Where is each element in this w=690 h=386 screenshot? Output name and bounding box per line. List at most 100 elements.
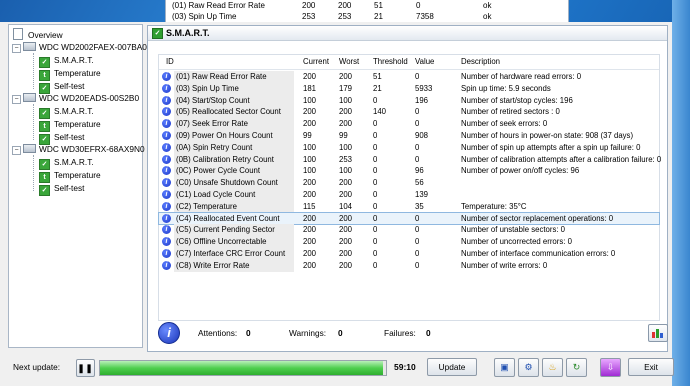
gear-icon: ⚙: [524, 362, 533, 372]
tree-item-drive-1[interactable]: WDC WD2002FAEX-007BA0: [23, 41, 147, 53]
arrow-down-icon: ⇩: [606, 362, 615, 372]
table-row[interactable]: i (05) Reallocated Sector Count 200 200 140 0…: [159, 106, 659, 119]
collapse-icon[interactable]: −: [12, 146, 21, 155]
cell-desc: Number of calibration attempts after a c…: [461, 154, 662, 164]
tree-item-drive-2[interactable]: WDC WD20EADS-00S2B0: [23, 92, 139, 104]
save-report-button[interactable]: ▣: [494, 358, 515, 377]
row-name: (03) Spin Up Time: [172, 12, 237, 21]
cell-worst: 200: [339, 178, 353, 188]
info-icon: i: [162, 142, 171, 152]
info-icon: i: [162, 154, 171, 164]
table-row[interactable]: i (C7) Interface CRC Error Count 200 200 0 0 N…: [159, 248, 659, 260]
tree-item-self-test[interactable]: ✓ Self-test: [39, 182, 85, 196]
smart-attributes-table[interactable]: ID Current Worst Threshold Value Descrip…: [158, 54, 662, 321]
row-value: 0: [416, 1, 421, 10]
cell-id: (C0) Unsafe Shutdown Count: [174, 177, 294, 189]
cell-threshold: 0: [373, 201, 378, 211]
failures-label: Failures:: [384, 328, 416, 338]
cell-threshold: 51: [373, 72, 382, 81]
table-row[interactable]: i (C4) Reallocated Event Count 200 200 0 0 Num…: [158, 211, 660, 226]
cell-desc: Number of sector replacement operations:…: [461, 213, 614, 223]
collapse-icon[interactable]: −: [12, 44, 21, 53]
cell-threshold: 0: [373, 154, 378, 164]
panel-title: S.M.A.R.T.: [166, 28, 210, 38]
tree-item-temperature[interactable]: t Temperature: [39, 118, 101, 132]
column-header-value[interactable]: Value: [415, 57, 434, 66]
tree-label: Temperature: [54, 68, 101, 78]
cell-worst: 200: [339, 260, 353, 270]
cell-id: (C6) Offline Uncorrectable: [174, 236, 294, 248]
background-smart-table: (01) Raw Read Error Rate 200 200 51 0 ok…: [165, 0, 569, 23]
cell-current: 200: [303, 107, 317, 117]
column-header-current[interactable]: Current: [303, 57, 329, 66]
cell-value: 908: [415, 131, 429, 140]
tree-item-overview[interactable]: Overview: [13, 28, 63, 40]
info-icon: i: [162, 131, 171, 140]
table-row[interactable]: i (0B) Calibration Retry Count 100 253 0 0 Num…: [159, 153, 662, 166]
table-row[interactable]: i (C2) Temperature 115 104 0 35 Temperature: 3…: [159, 200, 659, 213]
tree-line: [33, 104, 34, 140]
tree-label: S.M.A.R.T.: [54, 157, 94, 167]
cell-desc: Number of unstable sectors: 0: [461, 225, 566, 235]
tree-item-smart[interactable]: ✓ S.M.A.R.T.: [39, 54, 94, 68]
update-button[interactable]: Update: [427, 358, 477, 376]
cell-threshold: 0: [373, 119, 378, 129]
cell-current: 200: [303, 213, 317, 223]
cell-current: 200: [303, 72, 317, 81]
report-chart-button[interactable]: [648, 324, 668, 342]
table-row[interactable]: i (09) Power On Hours Count 99 99 0 908 Number…: [159, 130, 659, 142]
cell-current: 100: [303, 166, 317, 176]
table-row[interactable]: i (0A) Spin Retry Count 100 100 0 0 Number of …: [159, 141, 659, 154]
table-row[interactable]: i (C5) Current Pending Sector 200 200 0 0 Numb…: [159, 224, 659, 237]
alerts-button[interactable]: ♨: [542, 358, 563, 377]
table-row[interactable]: i (C8) Write Error Rate 200 200 0 0 Number of …: [159, 259, 659, 272]
column-header-worst[interactable]: Worst: [339, 57, 359, 66]
row-name: (01) Raw Read Error Rate: [172, 1, 265, 10]
info-icon: i: [162, 213, 171, 223]
drive-tree[interactable]: Overview − WDC WD2002FAEX-007BA0 ✓ S.M.A.…: [8, 24, 147, 348]
tree-label: Temperature: [54, 119, 101, 129]
refresh-button[interactable]: ↻: [566, 358, 587, 377]
cell-current: 181: [303, 83, 317, 93]
pause-button[interactable]: ❚❚: [76, 359, 95, 377]
table-row[interactable]: i (0C) Power Cycle Count 100 100 0 96 Number o…: [159, 165, 659, 178]
table-row[interactable]: i (C6) Offline Uncorrectable 200 200 0 0 Numbe…: [159, 236, 659, 248]
row-current: 200: [302, 1, 316, 10]
collapse-icon[interactable]: −: [12, 95, 21, 104]
window-edge: [672, 0, 690, 386]
smart-panel: ✓ S.M.A.R.T. ID Current Worst Threshold …: [147, 25, 668, 352]
table-row[interactable]: i (04) Start/Stop Count 100 100 0 196 Number o…: [159, 94, 659, 107]
exit-button[interactable]: Exit: [628, 358, 674, 376]
tree-item-self-test[interactable]: ✓ Self-test: [39, 131, 84, 145]
table-row[interactable]: i (01) Raw Read Error Rate 200 200 51 0 Number…: [159, 71, 659, 83]
tree-item-smart[interactable]: ✓ S.M.A.R.T.: [39, 105, 94, 119]
tree-item-temperature[interactable]: t Temperature: [39, 67, 101, 81]
column-header-description[interactable]: Description: [461, 57, 500, 66]
cell-threshold: 0: [373, 95, 378, 105]
cell-threshold: 0: [373, 260, 378, 270]
column-header-id[interactable]: ID: [166, 57, 174, 66]
tree-label: WDC WD2002FAEX-007BA0: [39, 42, 147, 52]
minimize-to-tray-button[interactable]: ⇩: [600, 358, 621, 377]
table-row[interactable]: i (07) Seek Error Rate 200 200 0 0 Number of s…: [159, 118, 659, 130]
tree-label: WDC WD20EADS-00S2B0: [39, 93, 140, 103]
tree-item-temperature[interactable]: t Temperature: [39, 169, 101, 183]
tree-item-self-test[interactable]: ✓ Self-test: [39, 80, 84, 94]
table-row[interactable]: i (03) Spin Up Time 181 179 21 5933 Spin up ti…: [159, 82, 659, 95]
tree-label: Self-test: [54, 183, 85, 193]
settings-button[interactable]: ⚙: [518, 358, 539, 377]
tree-item-drive-3[interactable]: WDC WD30EFRX-68AX9N0: [23, 143, 145, 155]
tree-label: S.M.A.R.T.: [54, 106, 94, 116]
cell-threshold: 0: [373, 190, 378, 199]
cell-id: (C4) Reallocated Event Count: [176, 213, 280, 223]
table-row[interactable]: i (C0) Unsafe Shutdown Count 200 200 0 56: [159, 177, 659, 189]
tree-item-smart[interactable]: ✓ S.M.A.R.T.: [39, 156, 94, 170]
cell-worst: 200: [339, 249, 353, 258]
row-threshold: 51: [374, 1, 383, 10]
column-header-threshold[interactable]: Threshold: [373, 57, 408, 66]
table-row[interactable]: i (C1) Load Cycle Count 200 200 0 139: [159, 189, 659, 201]
tree-label: Overview: [28, 30, 63, 40]
cell-threshold: 140: [373, 107, 387, 117]
cell-value: 35: [415, 201, 424, 211]
cell-worst: 253: [339, 154, 353, 164]
